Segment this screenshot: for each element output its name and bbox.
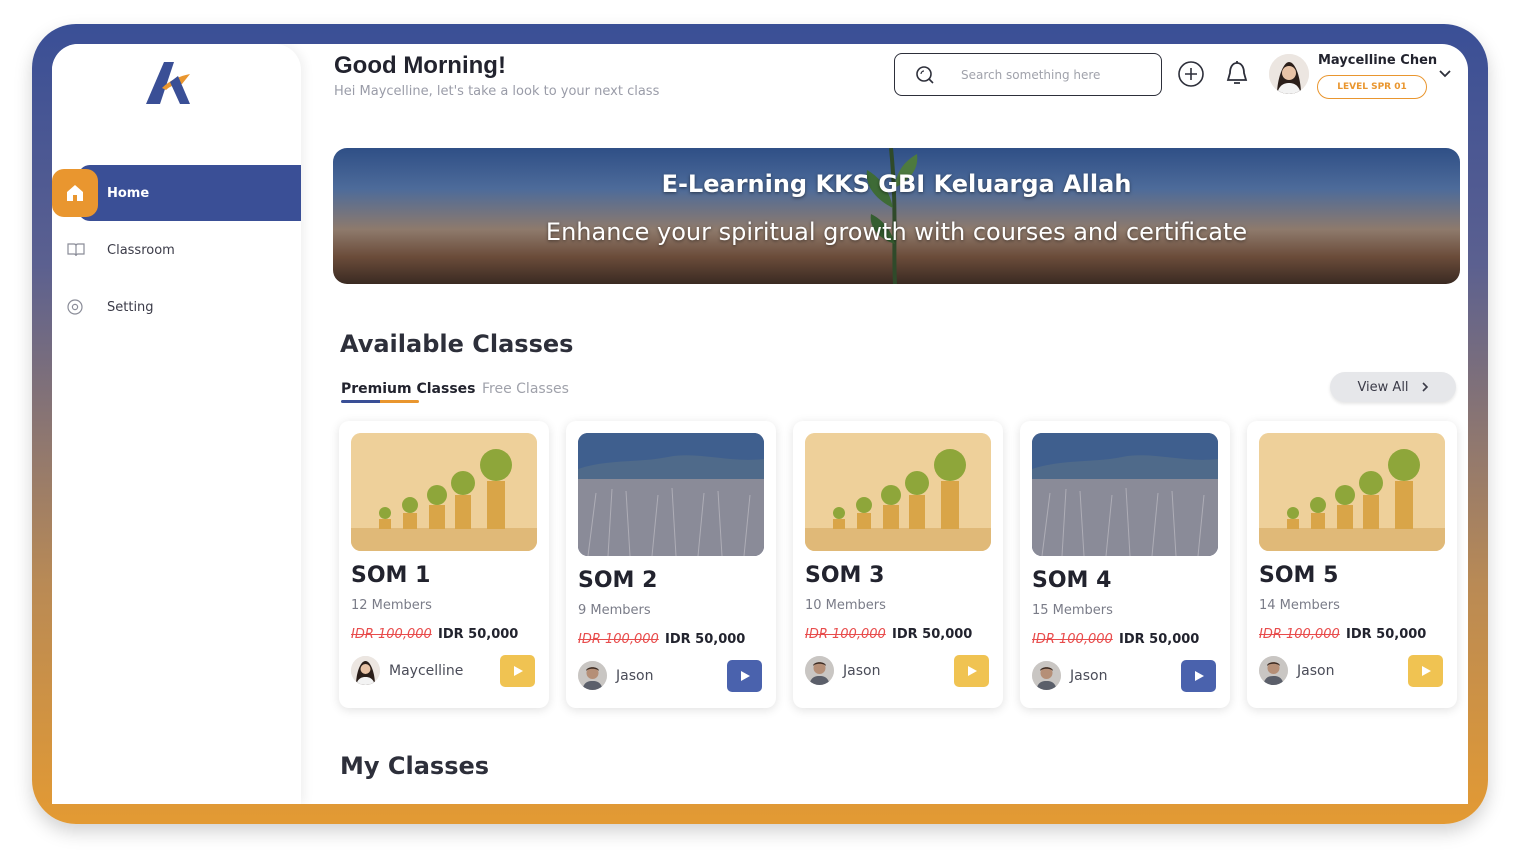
class-old-price: IDR 100,000 — [578, 632, 659, 647]
class-thumbnail — [1259, 433, 1445, 551]
add-icon[interactable] — [1176, 59, 1206, 89]
class-members: 12 Members — [351, 598, 432, 613]
class-old-price: IDR 100,000 — [1259, 627, 1340, 642]
class-thumbnail — [805, 433, 991, 551]
sidebar-item-label: Setting — [107, 299, 154, 315]
class-old-price: IDR 100,000 — [1032, 632, 1113, 647]
instructor-avatar — [1259, 656, 1288, 685]
class-title: SOM 2 — [578, 568, 658, 593]
sidebar-item-classroom[interactable]: Classroom — [52, 222, 301, 278]
page-title: Good Morning! — [334, 52, 506, 79]
class-price: IDR 50,000 — [1119, 632, 1200, 647]
sidebar-item-label: Classroom — [107, 242, 175, 258]
instructor-name: Maycelline — [389, 663, 464, 679]
tab-free-classes[interactable]: Free Classes — [482, 381, 569, 397]
class-title: SOM 1 — [351, 563, 431, 588]
sidebar: Home Classroom Setting — [52, 44, 301, 804]
instructor-name: Jason — [1070, 668, 1108, 684]
sidebar-item-home[interactable]: Home — [52, 165, 301, 221]
level-badge: LEVEL SPR 01 — [1317, 75, 1427, 99]
class-members: 15 Members — [1032, 603, 1113, 618]
class-title: SOM 4 — [1032, 568, 1112, 593]
class-price: IDR 50,000 — [665, 632, 746, 647]
class-price: IDR 50,000 — [438, 627, 519, 642]
sidebar-item-label: Home — [107, 185, 150, 201]
play-button[interactable] — [1408, 655, 1443, 687]
sidebar-item-setting[interactable]: Setting — [52, 279, 301, 335]
class-thumbnail — [578, 433, 764, 556]
class-old-price: IDR 100,000 — [805, 627, 886, 642]
class-card[interactable]: SOM 5 14 Members IDR 100,000 IDR 50,000 … — [1247, 421, 1457, 708]
chevron-right-icon — [1421, 382, 1428, 392]
class-old-price: IDR 100,000 — [351, 627, 432, 642]
my-classes-heading: My Classes — [340, 752, 490, 780]
play-icon — [740, 671, 750, 681]
class-members: 14 Members — [1259, 598, 1340, 613]
class-members: 10 Members — [805, 598, 886, 613]
play-button[interactable] — [1181, 660, 1216, 692]
banner-subtitle: Enhance your spiritual growth with cours… — [545, 218, 1248, 246]
play-button[interactable] — [727, 660, 762, 692]
app-screen: Home Classroom Setting Good Morning! Hei… — [52, 44, 1468, 804]
book-icon — [65, 239, 87, 261]
plant-illustration — [866, 148, 918, 284]
search-input[interactable] — [961, 67, 1161, 82]
app-logo[interactable] — [140, 54, 196, 110]
play-icon — [1421, 666, 1431, 676]
chevron-down-icon[interactable] — [1438, 66, 1452, 80]
play-button[interactable] — [500, 655, 535, 687]
tab-premium-classes[interactable]: Premium Classes — [341, 381, 476, 397]
class-price: IDR 50,000 — [892, 627, 973, 642]
instructor-name: Jason — [843, 663, 881, 679]
play-icon — [513, 666, 523, 676]
user-avatar[interactable] — [1269, 54, 1309, 94]
instructor-name: Jason — [616, 668, 654, 684]
class-price: IDR 50,000 — [1346, 627, 1427, 642]
banner-title: E-Learning KKS GBI Keluarga Allah — [661, 170, 1132, 198]
play-icon — [967, 666, 977, 676]
instructor-name: Jason — [1297, 663, 1335, 679]
class-thumbnail — [351, 433, 537, 551]
instructor-avatar — [578, 661, 607, 690]
search-icon — [915, 65, 935, 89]
view-all-label: View All — [1357, 379, 1409, 395]
class-thumbnail — [1032, 433, 1218, 556]
instructor-avatar — [351, 656, 380, 685]
instructor-avatar — [1032, 661, 1061, 690]
class-card[interactable]: SOM 3 10 Members IDR 100,000 IDR 50,000 … — [793, 421, 1003, 708]
view-all-button[interactable]: View All — [1330, 372, 1456, 402]
hero-banner: E-Learning KKS GBI Keluarga Allah Enhanc… — [333, 148, 1460, 284]
bell-icon[interactable] — [1222, 59, 1252, 89]
class-title: SOM 3 — [805, 563, 885, 588]
available-classes-heading: Available Classes — [340, 330, 574, 358]
class-card[interactable]: SOM 1 12 Members IDR 100,000 IDR 50,000 … — [339, 421, 549, 708]
user-name: Maycelline Chen — [1318, 53, 1438, 68]
page-subtitle: Hei Maycelline, let's take a look to you… — [334, 84, 660, 99]
home-icon — [52, 169, 98, 217]
play-icon — [1194, 671, 1204, 681]
class-card[interactable]: SOM 4 15 Members IDR 100,000 IDR 50,000 … — [1020, 421, 1230, 708]
gear-icon — [64, 296, 86, 318]
search-box[interactable] — [894, 53, 1162, 96]
class-card[interactable]: SOM 2 9 Members IDR 100,000 IDR 50,000 J… — [566, 421, 776, 708]
class-title: SOM 5 — [1259, 563, 1339, 588]
tab-indicator — [341, 400, 419, 403]
class-members: 9 Members — [578, 603, 651, 618]
play-button[interactable] — [954, 655, 989, 687]
instructor-avatar — [805, 656, 834, 685]
